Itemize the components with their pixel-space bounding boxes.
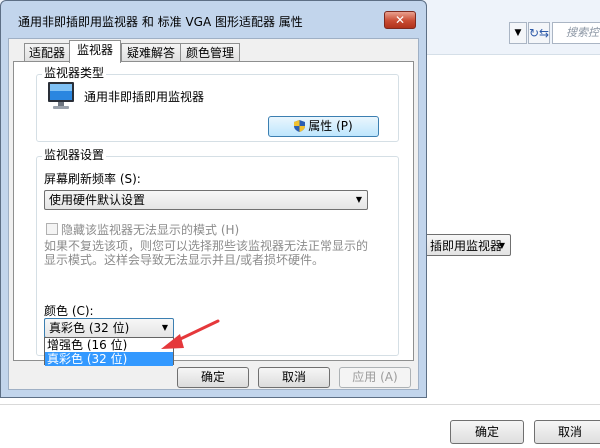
background-ok-button[interactable]: 确定 <box>450 420 524 444</box>
shield-icon <box>294 119 306 132</box>
color-depth-dropdown-list: 增强色 (16 位) 真彩色 (32 位) <box>44 337 174 366</box>
hide-modes-label: 隐藏该监视器无法显示的模式 (H) <box>61 223 240 237</box>
background-monitor-dropdown[interactable]: 插即用监视器 ▼ <box>425 234 511 256</box>
hint-text-line2: 显示模式。这样会导致无法显示并且/或者损坏硬件。 <box>44 253 325 267</box>
search-input[interactable]: 搜索控 <box>552 22 600 44</box>
cancel-button[interactable]: 取消 <box>258 367 330 388</box>
apply-button[interactable]: 应用 (A) <box>339 367 411 388</box>
dialog-title: 通用非即插即用监视器 和 标准 VGA 图形适配器 属性 <box>18 15 303 29</box>
color-depth-value: 真彩色 (32 位) <box>49 321 130 335</box>
color-option-16bit[interactable]: 增强色 (16 位) <box>45 338 173 352</box>
monitor-name: 通用非即插即用监视器 <box>84 90 205 104</box>
ok-button[interactable]: 确定 <box>177 367 249 388</box>
close-button[interactable]: ✕ <box>384 11 416 29</box>
refresh-rate-value: 使用硬件默认设置 <box>49 193 146 207</box>
close-icon: ✕ <box>394 13 406 27</box>
annotation-arrow-icon <box>158 318 220 352</box>
refresh-rate-label: 屏幕刷新频率 (S): <box>44 172 141 186</box>
address-dropdown-button[interactable]: ▼ <box>509 22 527 44</box>
background-monitor-dropdown-value: 插即用监视器 <box>430 239 503 253</box>
properties-button-label: 属性 (P) <box>308 119 353 133</box>
chevron-down-icon: ▼ <box>355 195 362 204</box>
color-label: 颜色 (C): <box>44 304 94 318</box>
color-depth-select[interactable]: 真彩色 (32 位) ▼ <box>44 318 174 338</box>
chevron-down-icon: ▼ <box>498 241 505 250</box>
monitor-settings-group-title: 监视器设置 <box>42 148 107 162</box>
refresh-rate-select[interactable]: 使用硬件默认设置 ▼ <box>44 190 368 210</box>
refresh-icon[interactable]: ↻⇆ <box>528 22 550 44</box>
hide-modes-checkbox[interactable] <box>46 223 58 235</box>
tab-adapter[interactable]: 适配器 <box>24 43 70 61</box>
tab-troubleshoot[interactable]: 疑难解答 <box>121 43 181 61</box>
monitor-icon <box>46 80 78 112</box>
tab-color-management[interactable]: 颜色管理 <box>180 43 240 61</box>
background-divider <box>0 404 600 405</box>
properties-button[interactable]: 属性 (P) <box>268 116 379 137</box>
tab-monitor[interactable]: 监视器 <box>69 40 121 63</box>
color-option-32bit[interactable]: 真彩色 (32 位) <box>45 352 173 366</box>
background-cancel-button[interactable]: 取消 <box>534 420 600 444</box>
monitor-type-group-title: 监视器类型 <box>42 66 107 80</box>
